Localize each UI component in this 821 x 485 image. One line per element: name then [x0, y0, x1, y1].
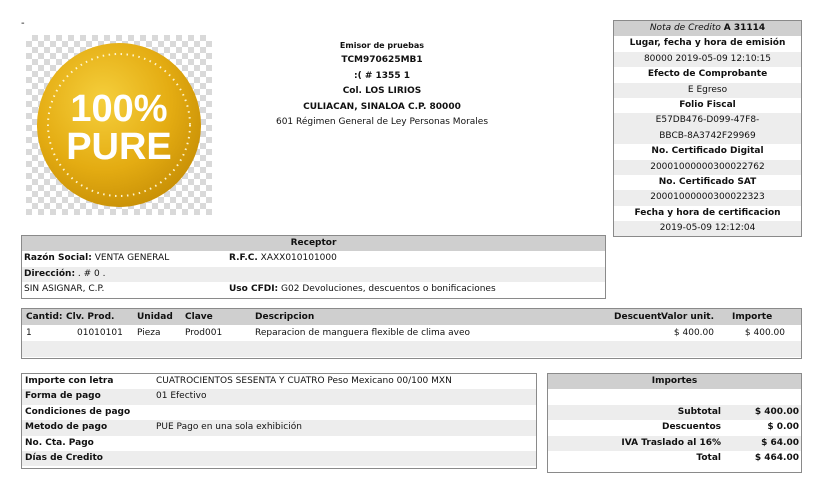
efecto-value: E Egreso: [614, 82, 801, 98]
company-logo: 100% PURE: [26, 35, 212, 215]
forma-label: Forma de pago: [25, 391, 101, 402]
iva-label: IVA Traslado al 16%: [621, 437, 721, 448]
cell-valor-unit: $ 400.00: [673, 328, 714, 338]
folio-value-1: E57DB476-D099-47F8-: [614, 113, 801, 129]
cert-value: 20001000000300022762: [614, 159, 801, 175]
cell-importe: $ 400.00: [744, 328, 785, 338]
address-line: SIN ASIGNAR, C.P.: [24, 284, 105, 294]
doc-type: Nota de Credito: [649, 23, 721, 33]
emitter-title: Emisor de pruebas: [339, 41, 425, 50]
cert-sat-label: No. Certificado SAT: [658, 176, 757, 187]
emitter-block: Emisor de pruebas TCM970625MB1 :( # 1355…: [262, 38, 502, 130]
pay-row-importe-letra: Importe con letra CUATROCIENTOS SESENTA Y…: [22, 374, 536, 389]
receptor-row-direccion: Dirección: . # 0 .: [22, 266, 605, 282]
folio-value-2: BBCB-8A3742F29969: [614, 128, 801, 145]
receptor-title: Receptor: [22, 236, 605, 251]
doc-title: Nota de Credito A 31114: [614, 21, 801, 37]
dias-label: Días de Credito: [25, 452, 103, 463]
descuentos-value: $ 0.00: [767, 422, 799, 433]
emitter-colonia: Col. LOS LIRIOS: [342, 86, 422, 97]
col-clv-prod: Clv. Prod.: [66, 312, 115, 322]
condiciones-label: Condiciones de pago: [25, 406, 131, 417]
logo-line1: 100%: [70, 88, 167, 130]
items-table: Cantid: Clv. Prod. Unidad Clave Descripc…: [21, 308, 802, 359]
metodo-label: Metodo de pago: [25, 422, 108, 433]
col-importe: Importe: [732, 312, 773, 322]
col-unidad: Unidad: [137, 312, 173, 322]
direccion-label: Dirección:: [24, 268, 76, 279]
forma-value: 01 Efectivo: [156, 391, 207, 402]
cell-descripcion: Reparacion de manguera flexible de clima…: [255, 328, 471, 338]
cell-cantidad: 1: [26, 328, 32, 338]
receptor-row-uso: SIN ASIGNAR, C.P. Uso CFDI: G02 Devoluci…: [22, 282, 605, 298]
emitter-rfc: TCM970625MB1: [341, 55, 423, 66]
fecha-cert-label: Fecha y hora de certificacion: [634, 207, 781, 218]
iva-value: $ 64.00: [761, 437, 799, 448]
emitter-regimen: 601 Régimen General de Ley Personas Mora…: [275, 117, 489, 128]
pay-row-forma: Forma de pago 01 Efectivo: [22, 389, 536, 405]
doc-number: A 31114: [723, 23, 766, 33]
pay-row-condiciones: Condiciones de pago: [22, 405, 536, 420]
invoice-header-box: Nota de Credito A 31114 Lugar, fecha y h…: [613, 20, 802, 238]
items-empty-band: [22, 341, 801, 357]
emitter-number: :( # 1355 1: [354, 70, 410, 81]
pure-seal-icon: 100% PURE: [37, 43, 201, 207]
cuenta-label: No. Cta. Pago: [25, 437, 94, 448]
totals-box: Importes Subtotal $ 400.00 Descuentos $ 0.…: [547, 373, 802, 473]
pay-row-dias: Días de Credito: [22, 450, 536, 467]
col-descripcion: Descripcion: [255, 312, 315, 322]
uso-value: G02 Devoluciones, descuentos o bonificac…: [281, 284, 496, 294]
descuentos-label: Descuentos: [661, 422, 721, 433]
lugar-label: Lugar, fecha y hora de emisión: [629, 38, 786, 49]
pay-row-cuenta: No. Cta. Pago: [22, 436, 536, 451]
razon-value: VENTA GENERAL: [94, 253, 170, 263]
cert-sat-value: 20001000000300022323: [614, 190, 801, 206]
totals-row-subtotal: Subtotal $ 400.00: [548, 404, 801, 421]
receptor-box: Receptor Razón Social: VENTA GENERAL R.F…: [21, 235, 606, 299]
importe-letra-value: CUATROCIENTOS SESENTA Y CUATRO Peso Mexi…: [156, 376, 452, 386]
cell-clave: Prod001: [185, 328, 223, 338]
totals-spacer: [548, 389, 801, 404]
table-row: 1 01010101 Pieza Prod001 Reparacion de m…: [22, 325, 801, 341]
efecto-label: Efecto de Comprobante: [647, 69, 768, 80]
subtotal-value: $ 400.00: [754, 406, 799, 417]
logo-line2: PURE: [66, 126, 172, 168]
razon-label: Razón Social:: [24, 253, 92, 263]
totals-title: Importes: [548, 374, 801, 390]
col-descuento: Descuent: [614, 312, 662, 322]
cell-clv-prod: 01010101: [77, 328, 123, 338]
rfc-value: XAXX010101000: [260, 253, 337, 263]
fecha-cert-value: 2019-05-09 12:12:04: [614, 221, 801, 237]
rfc-label: R.F.C.: [229, 253, 258, 263]
dash-mark: -: [21, 18, 25, 29]
pay-row-metodo: Metodo de pago PUE Pago en una sola exhib…: [22, 420, 536, 436]
receptor-row-razon: Razón Social: VENTA GENERAL R.F.C. XAXX0…: [22, 251, 605, 267]
folio-label: Folio Fiscal: [679, 99, 736, 110]
col-cantidad: Cantid:: [26, 312, 63, 322]
totals-row-total: Total $ 464.00: [548, 451, 801, 466]
direccion-value: . # 0 .: [77, 268, 106, 279]
lugar-value: 80000 2019-05-09 12:10:15: [614, 51, 801, 68]
importe-letra-label: Importe con letra: [25, 376, 114, 386]
total-label: Total: [696, 452, 721, 463]
total-value: $ 464.00: [754, 452, 799, 463]
col-clave: Clave: [185, 312, 213, 322]
uso-label: Uso CFDI:: [229, 284, 279, 294]
subtotal-label: Subtotal: [677, 406, 721, 417]
metodo-value: PUE Pago en una sola exhibición: [156, 422, 302, 433]
cell-unidad: Pieza: [137, 328, 161, 338]
cert-label: No. Certificado Digital: [651, 146, 764, 157]
totals-row-iva: IVA Traslado al 16% $ 64.00: [548, 435, 801, 451]
totals-row-descuentos: Descuentos $ 0.00: [548, 420, 801, 435]
payment-box: Importe con letra CUATROCIENTOS SESENTA Y…: [21, 373, 537, 469]
items-header-row: Cantid: Clv. Prod. Unidad Clave Descripc…: [22, 309, 801, 325]
emitter-city: CULIACAN, SINALOA C.P. 80000: [303, 101, 461, 112]
col-valor-unit: Valor unit.: [661, 312, 715, 322]
